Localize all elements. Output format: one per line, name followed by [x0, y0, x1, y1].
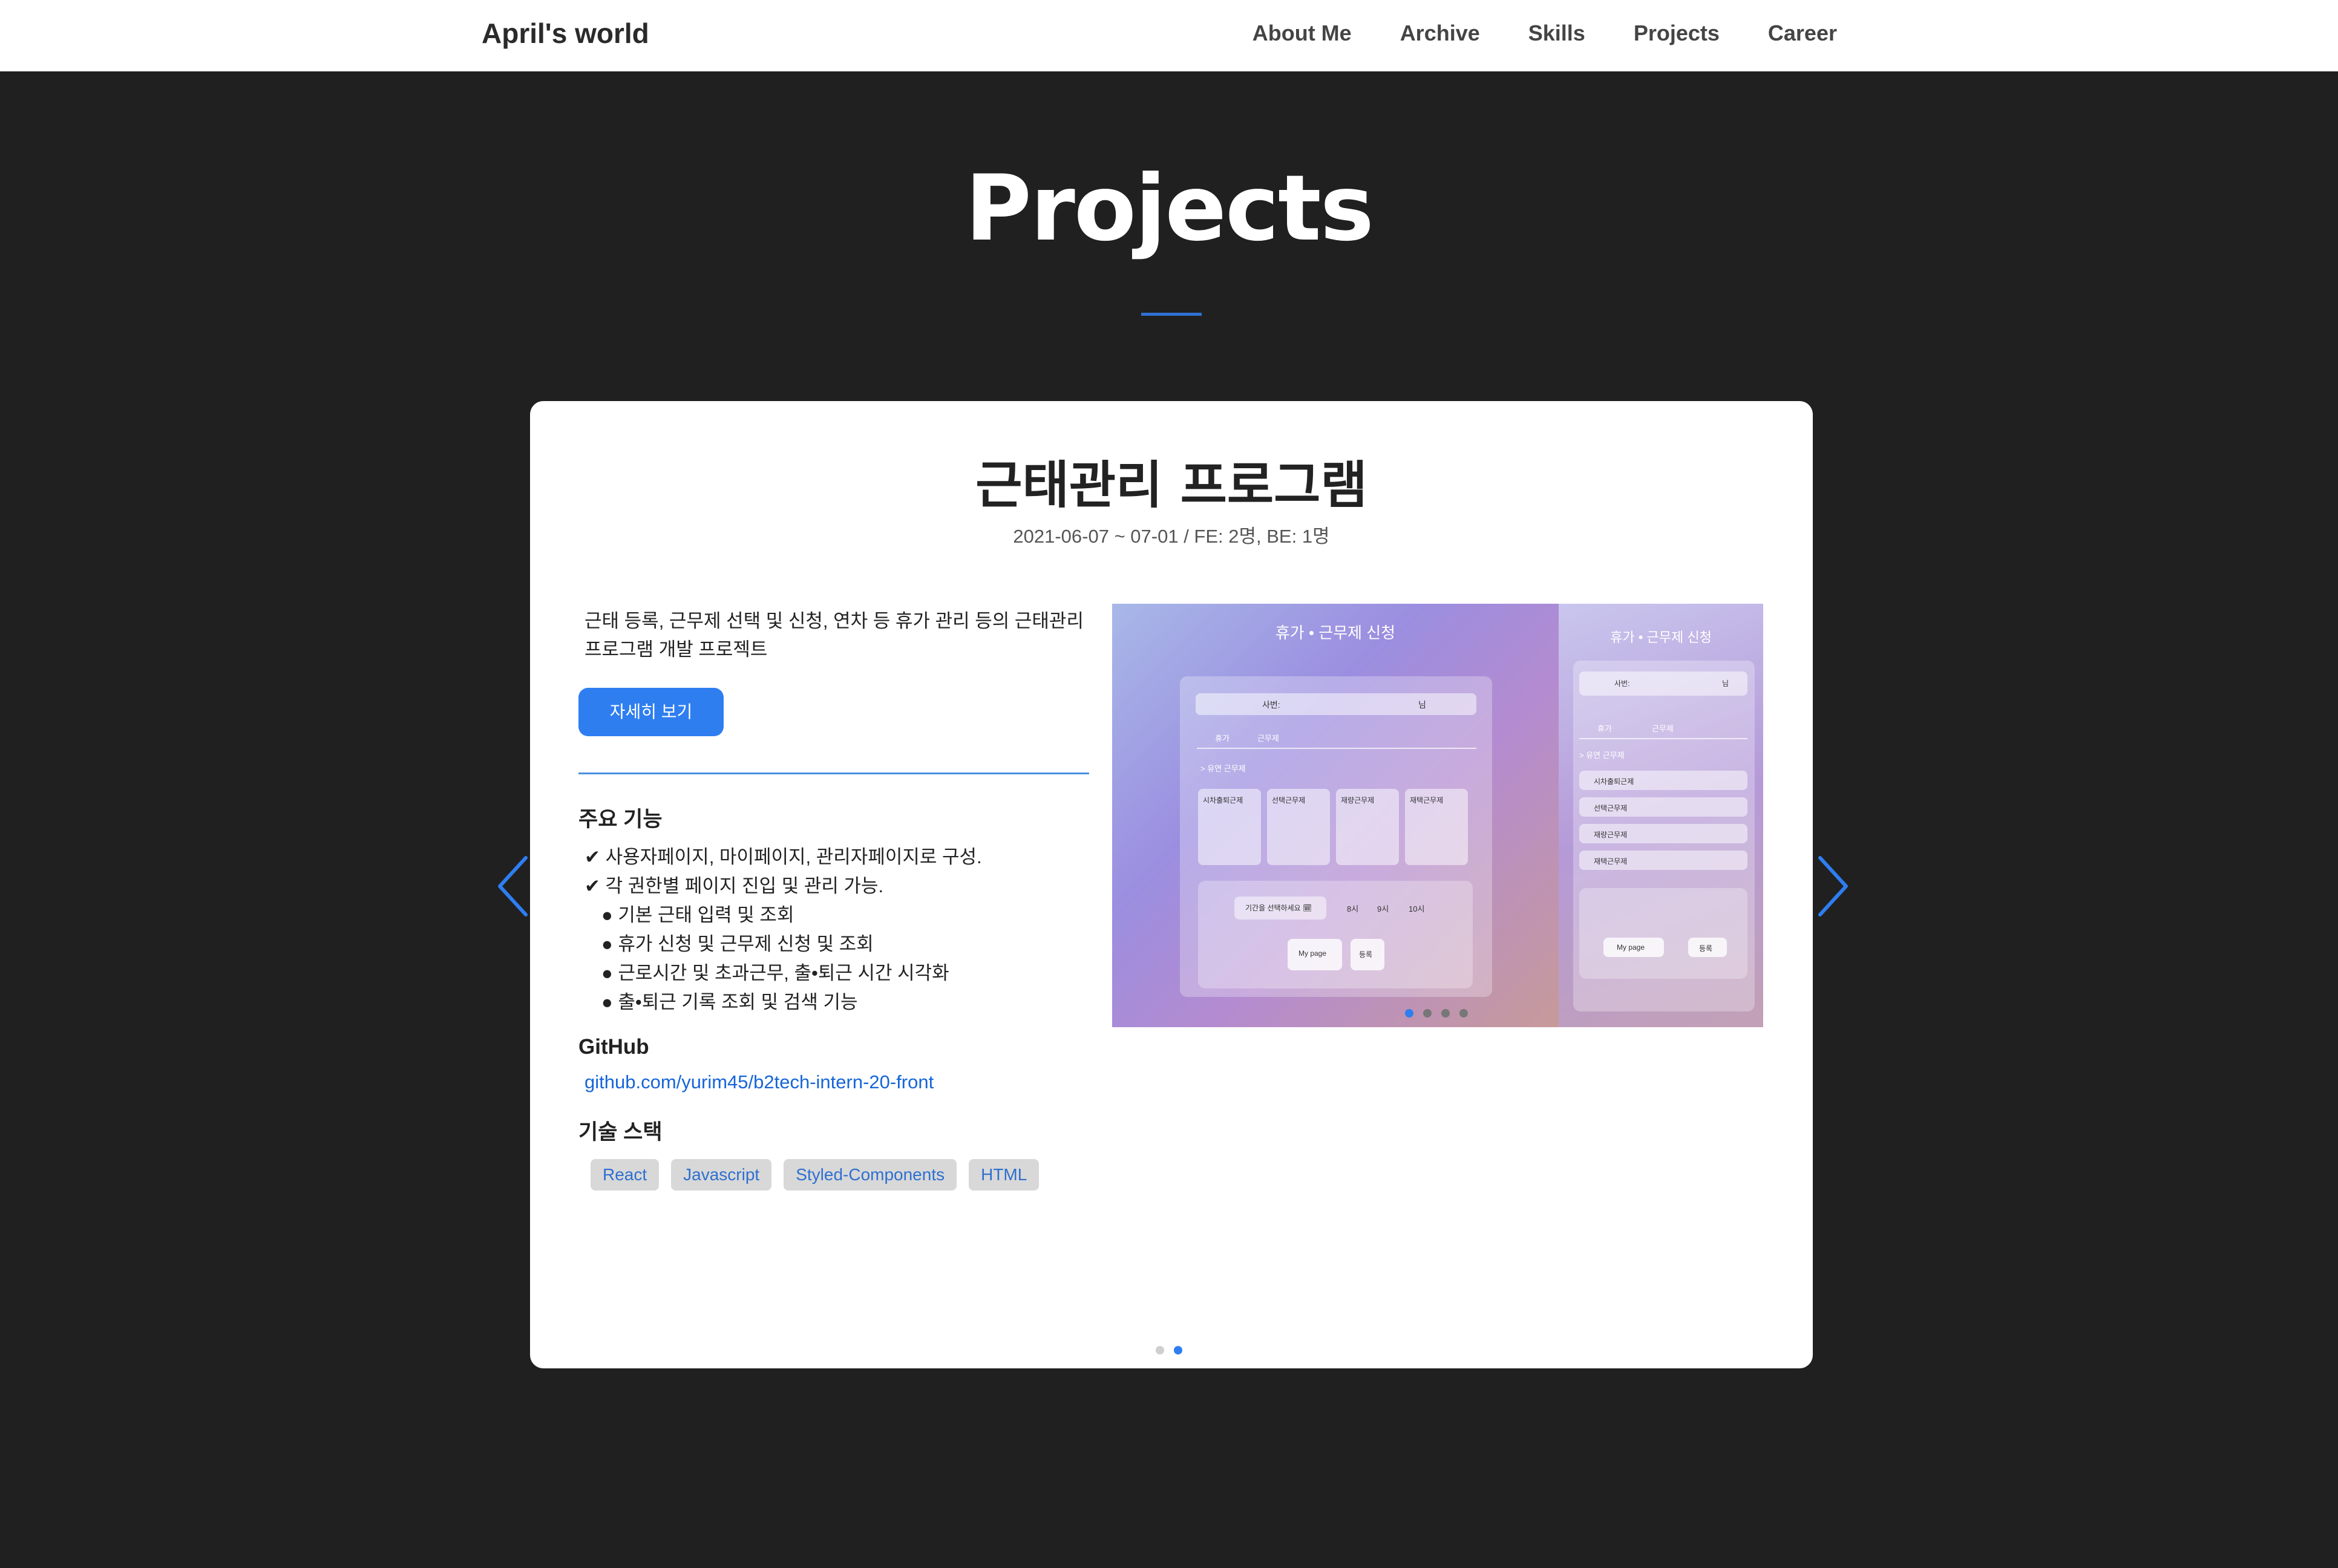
carousel-next-arrow-icon[interactable] [1812, 853, 1854, 920]
tag-html: HTML [969, 1159, 1040, 1191]
screenshot-tab: 근무제 [1257, 734, 1279, 743]
screenshot-tab-line [1197, 748, 1476, 749]
screenshot-section-label: > 유연 근무제 [1200, 764, 1246, 773]
features-list: ✔ 사용자페이지, 마이페이지, 관리자페이지로 구성. ✔ 각 권한별 페이지… [578, 843, 1089, 1017]
github-link[interactable]: github.com/yurim45/b2tech-intern-20-fron… [578, 1071, 1089, 1093]
project-card: 근태관리 프로그램 2021-06-07 ~ 07-01 / FE: 2명, B… [530, 401, 1813, 1368]
screenshot-tab: 휴가 [1597, 724, 1612, 733]
screenshot-option-label: 재량근무제 [1341, 796, 1375, 805]
screenshot-form-panel [1579, 888, 1747, 979]
screenshot-option-card: 시차출퇴근제 [1198, 789, 1261, 865]
screenshot-option-row: 재량근무제 [1579, 824, 1747, 843]
tag-javascript: Javascript [671, 1159, 772, 1191]
screenshot-option-row: 재택근무제 [1579, 851, 1747, 870]
screenshot-option-row: 선택근무제 [1579, 797, 1747, 817]
screenshot-time-option: 10시 [1409, 904, 1425, 913]
nav-item-skills[interactable]: Skills [1528, 21, 1585, 46]
brand-logo[interactable]: April's world [482, 17, 649, 50]
screenshot-field-label: 사번: [1262, 700, 1280, 710]
screenshot-section-label: > 유연 근무제 [1579, 751, 1625, 760]
screenshot-date-label: 기간을 선택하세요 🗓 [1245, 904, 1312, 912]
project-title: 근태관리 프로그램 [975, 456, 1367, 515]
project-screenshot[interactable]: 휴가 • 근무제 신청 사번: 님 휴가 근무제 > 유연 근무제 시차출퇴근제… [1112, 604, 1766, 1027]
screenshot-option-label: 시차출퇴근제 [1203, 796, 1243, 805]
sub-feature-item: ● 기본 근태 입력 및 조회 [601, 904, 794, 926]
sub-feature-item: ● 휴가 신청 및 근무제 신청 및 조회 [601, 933, 874, 955]
carousel-prev-arrow-icon[interactable] [493, 853, 535, 920]
screenshot-option-label: 시차출퇴근제 [1594, 777, 1634, 786]
screenshot-time-option: 9시 [1377, 904, 1389, 913]
screenshot-title: 휴가 • 근무제 신청 [1610, 630, 1712, 645]
screenshot-field: 사번: 님 [1579, 671, 1747, 696]
nav-item-projects[interactable]: Projects [1634, 21, 1720, 46]
screenshot-submit-label: 등록 [1359, 950, 1373, 959]
carousel-dots [1156, 1346, 1182, 1354]
feature-item: ✔ 각 권한별 페이지 진입 및 관리 가능. [584, 875, 884, 897]
screenshot-submit-button: 등록 [1688, 938, 1727, 957]
nav-item-archive[interactable]: Archive [1400, 21, 1480, 46]
screenshot-option-label: 선택근무제 [1594, 804, 1628, 812]
sub-feature-item: ● 출•퇴근 기록 조회 및 검색 기능 [601, 991, 858, 1013]
screenshot-option-card: 재량근무제 [1336, 789, 1399, 865]
screenshot-time-option: 8시 [1347, 904, 1359, 913]
carousel-dot[interactable] [1156, 1346, 1164, 1354]
screenshot-mypage-label: My page [1298, 949, 1327, 958]
screenshot-option-label: 재택근무제 [1410, 796, 1444, 805]
nav-item-career[interactable]: Career [1768, 21, 1837, 46]
project-info: 근태 등록, 근무제 선택 및 신청, 연차 등 휴가 관리 등의 근태관리 프… [578, 607, 1089, 1191]
project-description: 근태 등록, 근무제 선택 및 신청, 연차 등 휴가 관리 등의 근태관리 프… [584, 610, 1084, 660]
screenshot-desktop-view: 휴가 • 근무제 신청 사번: 님 휴가 근무제 > 유연 근무제 시차출퇴근제… [1112, 604, 1559, 1027]
screenshot-mypage-button: My page [1288, 939, 1342, 970]
screenshot-dot [1459, 1009, 1468, 1018]
nav-menu: About Me Archive Skills Projects Career [1252, 21, 1837, 46]
screenshot-title: 휴가 • 근무제 신청 [1275, 624, 1396, 642]
tag-styled-components: Styled-Components [784, 1159, 957, 1191]
feature-item: ✔ 사용자페이지, 마이페이지, 관리자페이지로 구성. [584, 846, 982, 867]
features-heading: 주요 기능 [578, 808, 663, 831]
screenshot-field-suffix: 님 [1418, 700, 1426, 710]
carousel-dot-active[interactable] [1174, 1346, 1182, 1354]
nav-item-about-me[interactable]: About Me [1252, 21, 1352, 46]
screenshot-option-card: 재택근무제 [1405, 789, 1468, 865]
tech-stack-tags: React Javascript Styled-Components HTML [578, 1159, 1089, 1191]
screenshot-option-label: 선택근무제 [1272, 796, 1306, 805]
screenshot-date-button: 기간을 선택하세요 🗓 [1234, 897, 1326, 920]
screenshot-field: 사번: 님 [1196, 693, 1476, 715]
screenshot-submit-button: 등록 [1351, 939, 1384, 970]
section-title-underline [1141, 313, 1202, 316]
sub-feature-item: ● 근로시간 및 초과근무, 출•퇴근 시간 시각화 [601, 962, 949, 984]
screenshot-mypage-button: My page [1603, 938, 1664, 957]
screenshot-dot [1441, 1009, 1450, 1018]
screenshot-field-label: 사번: [1614, 679, 1630, 688]
screenshot-submit-label: 등록 [1699, 944, 1713, 953]
tech-stack-heading: 기술 스택 [578, 1120, 663, 1144]
screenshot-mobile-view: 휴가 • 근무제 신청 사번: 님 휴가 근무제 > 유연 근무제 시차출퇴근제… [1559, 604, 1763, 1027]
tag-react: React [591, 1159, 660, 1191]
screenshot-tab: 근무제 [1652, 724, 1674, 733]
screenshot-field-suffix: 님 [1722, 679, 1729, 688]
screenshot-dot [1405, 1009, 1413, 1018]
view-detail-button[interactable]: 자세히 보기 [578, 688, 724, 736]
screenshot-option-card: 선택근무제 [1267, 789, 1330, 865]
screenshot-option-label: 재량근무제 [1594, 831, 1628, 839]
divider [578, 773, 1089, 774]
project-meta: 2021-06-07 ~ 07-01 / FE: 2명, BE: 1명 [1013, 526, 1330, 547]
section-title: Projects [964, 156, 1374, 261]
screenshot-tab-line [1579, 738, 1747, 739]
screenshot-option-label: 재택근무제 [1594, 857, 1628, 866]
screenshot-dot [1423, 1009, 1432, 1018]
screenshot-carousel-dots [1405, 1009, 1468, 1018]
screenshot-mypage-label: My page [1617, 943, 1645, 952]
screenshot-option-row: 시차출퇴근제 [1579, 771, 1747, 790]
github-heading: GitHub [578, 1035, 649, 1059]
top-navbar: April's world About Me Archive Skills Pr… [0, 0, 2338, 71]
screenshot-tab: 휴가 [1215, 734, 1230, 743]
